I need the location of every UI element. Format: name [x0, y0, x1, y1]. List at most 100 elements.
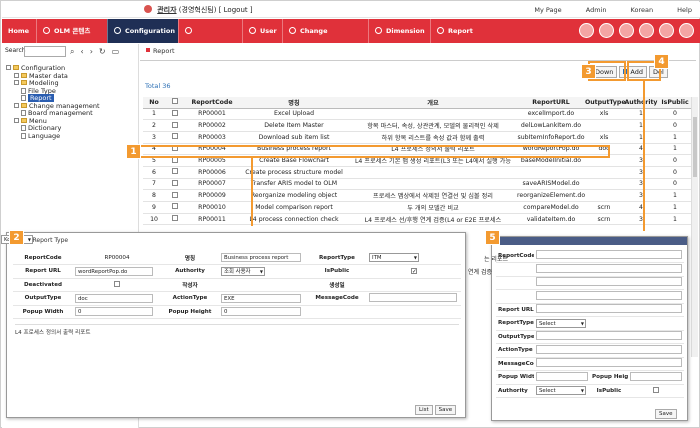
col-no[interactable]: No [143, 97, 165, 109]
col-outputtype[interactable]: OutputType [585, 97, 626, 109]
logout-link[interactable]: [ Logout ] [219, 6, 253, 14]
expand-icon[interactable] [6, 65, 11, 70]
new-name-input-2[interactable] [536, 277, 682, 287]
col-name[interactable]: 명칭 [239, 97, 349, 109]
row-checkbox[interactable] [172, 109, 178, 116]
folder-icon [21, 80, 27, 85]
new-authority-select[interactable]: Select [536, 386, 586, 396]
mypage-link[interactable]: My Page [534, 6, 561, 14]
action-type-input[interactable]: EXE [221, 293, 301, 303]
new-is-public-checkbox[interactable] [653, 386, 659, 393]
message-code-input[interactable] [369, 292, 457, 302]
home-icon[interactable] [599, 23, 614, 38]
table-row[interactable]: 10 RP00011 L4 process connection check L4 프… [143, 213, 691, 226]
tree-item-board-management[interactable]: Board management [6, 109, 100, 118]
popup-width-input[interactable]: 0 [75, 307, 153, 317]
col-reporturl[interactable]: ReportURL [517, 97, 585, 109]
tab-organization[interactable]: Organization [178, 19, 242, 59]
table-scrollbar[interactable] [691, 97, 698, 357]
new-save-button[interactable]: Save [655, 409, 677, 419]
list-label: List [419, 407, 429, 413]
table-row[interactable]: 3 RP00003 Download sub item list 하위 항목 리스트를… [143, 131, 691, 144]
cell-select[interactable] [165, 178, 185, 191]
popup-height-input[interactable]: 0 [221, 307, 301, 317]
name-input[interactable]: Business process report [221, 253, 301, 262]
help-link[interactable]: Help [677, 6, 692, 14]
new-report-code-input[interactable] [536, 250, 682, 259]
collapse-icon[interactable]: ▭ [112, 47, 120, 56]
cell-select[interactable] [165, 119, 185, 132]
row-checkbox[interactable] [172, 203, 178, 210]
select-all-checkbox[interactable] [172, 98, 178, 105]
tab-olm-contents[interactable]: OLM 콘텐츠 [36, 19, 107, 43]
report-type-select[interactable]: ITM [369, 253, 419, 262]
refresh-icon[interactable]: ↻ [99, 47, 106, 56]
table-row[interactable]: 7 RP00007 Transfer ARIS model to OLM saveAR… [143, 178, 691, 191]
report-url-input[interactable]: wordReportPop.do [75, 266, 153, 276]
user-name-link[interactable]: 관리자 [157, 6, 176, 14]
col-select[interactable] [165, 97, 185, 109]
new-popup-width-input[interactable] [536, 371, 588, 381]
tab-dimension[interactable]: Dimension [368, 19, 430, 43]
col-ispublic[interactable]: IsPublic [659, 97, 691, 109]
expand-icon[interactable] [14, 72, 19, 78]
row-checkbox[interactable] [172, 191, 178, 198]
search-icon[interactable]: ⌕ [70, 47, 74, 56]
save-button[interactable]: Save [434, 405, 457, 415]
tab-report[interactable]: Report [430, 19, 480, 43]
new-message-code-input[interactable] [536, 358, 682, 368]
document-icon[interactable] [639, 23, 654, 38]
new-popup-height-input[interactable] [630, 371, 682, 381]
cell-select[interactable] [165, 131, 185, 144]
tab-configuration[interactable]: Configuration [107, 19, 178, 43]
cell-select[interactable] [165, 166, 185, 179]
description-textarea[interactable]: L4 프로세스 정의서 출력 리포트 [15, 324, 459, 402]
expand-icon[interactable] [14, 117, 19, 123]
new-output-type-input[interactable] [536, 331, 682, 341]
is-public-checkbox[interactable]: ✓ [411, 267, 417, 275]
table-row[interactable]: 9 RP00010 Model comparison report 두 개의 모델간 … [143, 201, 691, 214]
row-checkbox[interactable] [172, 121, 178, 128]
table-row[interactable]: 8 RP00009 Reorganize modeling object 프로세스 맵… [143, 189, 691, 202]
list-button[interactable]: List [415, 405, 433, 415]
next-icon[interactable]: › [90, 47, 93, 56]
sidebar-search-input[interactable] [24, 46, 66, 57]
tab-home[interactable]: Home [2, 19, 36, 43]
table-row[interactable]: 2 RP00002 Delete Item Master 항목 마스터, 속성, 상관… [143, 119, 691, 132]
chat-icon[interactable] [579, 23, 594, 38]
table-row[interactable]: 6 RP00006 Create process structure model 3 0 [143, 166, 691, 179]
row-checkbox[interactable] [172, 179, 178, 186]
output-type-input[interactable]: doc [75, 293, 153, 303]
col-reportcode[interactable]: ReportCode [185, 97, 239, 109]
new-report-type-select[interactable]: Select [536, 318, 586, 328]
new-action-type-input[interactable] [536, 344, 682, 354]
new-report-url-input[interactable] [536, 304, 682, 314]
prev-icon[interactable]: ‹ [80, 47, 83, 56]
authority-select[interactable]: 조회 사용자 [221, 266, 265, 276]
search-icon[interactable] [619, 23, 634, 38]
cell-select[interactable] [165, 189, 185, 202]
cell-select[interactable] [165, 108, 185, 121]
row-checkbox[interactable] [172, 168, 178, 175]
expand-icon[interactable] [14, 80, 19, 85]
new-name-input-3[interactable] [536, 290, 682, 300]
tree-item-language[interactable]: Language [6, 132, 100, 141]
deactivated-checkbox[interactable] [114, 280, 120, 287]
table-row[interactable]: 1 RP00001 Excel Upload excelImport.do xls 1 0 [143, 108, 691, 121]
new-name-input-1[interactable] [536, 263, 682, 273]
cell-outputtype: xls [585, 131, 623, 144]
language-link[interactable]: Korean [631, 6, 654, 14]
calendar-icon[interactable] [659, 23, 674, 38]
tools-icon[interactable] [679, 23, 694, 38]
admin-link[interactable]: Admin [586, 6, 607, 14]
cell-select[interactable] [165, 213, 185, 226]
col-authority[interactable]: Authority [623, 97, 659, 109]
cell-select[interactable] [165, 201, 185, 214]
tab-change-management[interactable]: Change Management [282, 19, 368, 59]
expand-icon[interactable] [14, 102, 19, 108]
tab-user[interactable]: User [242, 19, 282, 43]
row-checkbox[interactable] [172, 215, 178, 222]
scroll-thumb[interactable] [693, 117, 697, 177]
row-checkbox[interactable] [172, 133, 178, 140]
col-summary[interactable]: 개요 [349, 97, 517, 109]
